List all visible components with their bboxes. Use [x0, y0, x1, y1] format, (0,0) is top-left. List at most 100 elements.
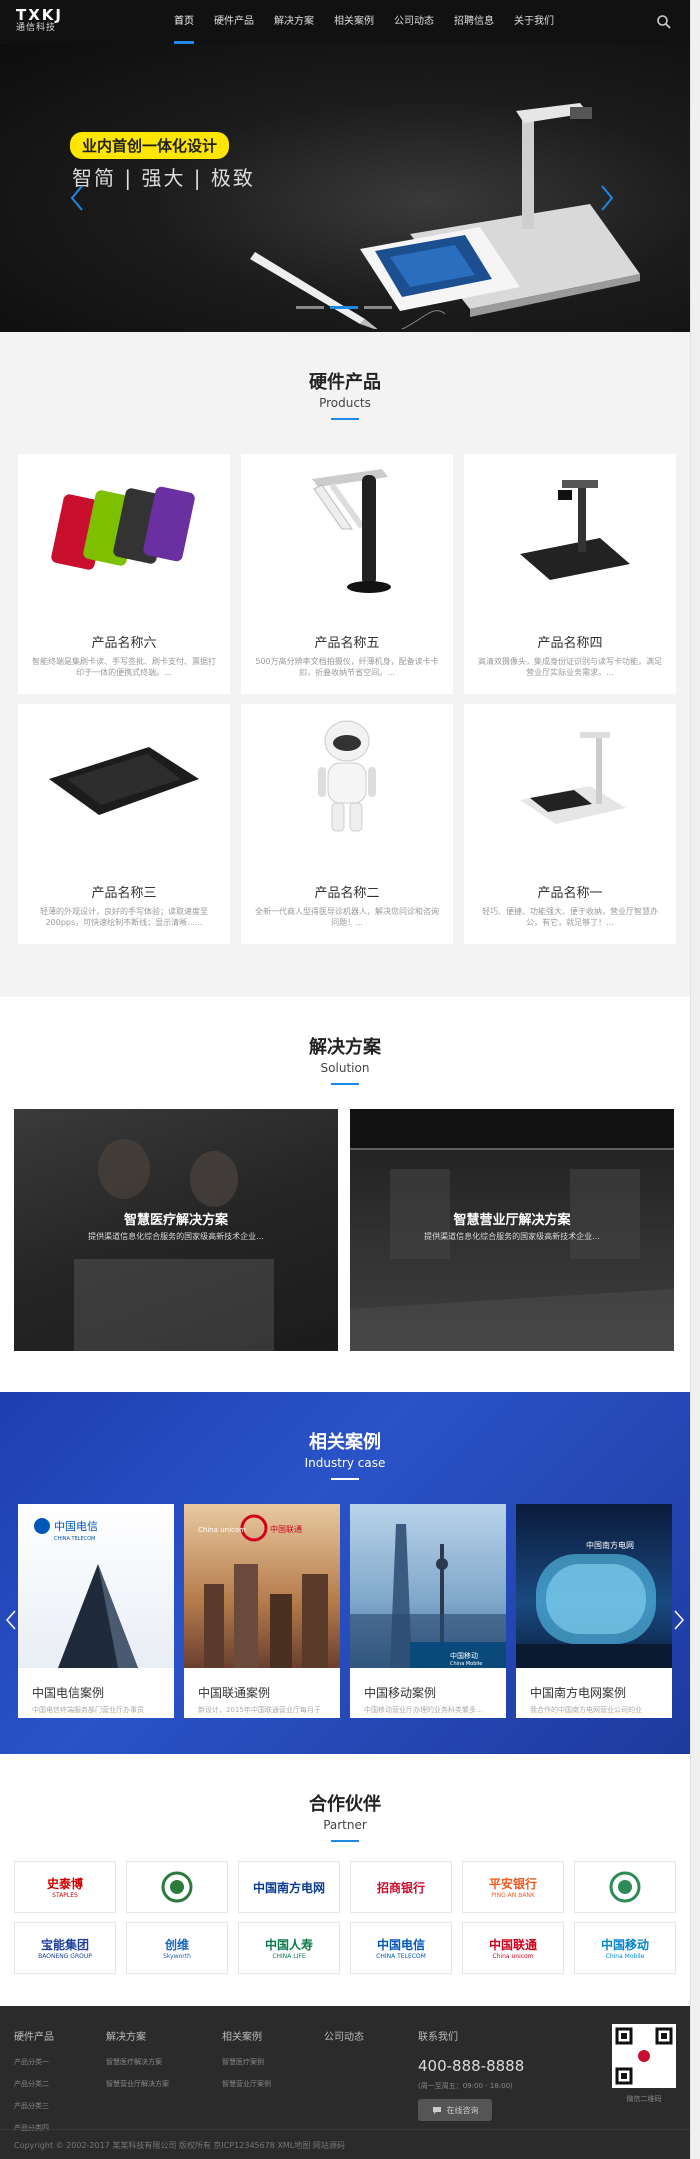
- partner-logo[interactable]: 宝能集团 BAONENG GROUP: [14, 1922, 116, 1974]
- partner-logo[interactable]: 创维 Skyworth: [126, 1922, 228, 1974]
- product-card[interactable]: 产品名称六 智能终端是集刷卡读、手写签批、刷卡支付、票据打印于一体的便携式终端。…: [18, 454, 230, 694]
- case-image: 中国电信 CHINA TELECOM: [18, 1504, 174, 1668]
- case-desc: 中国电信终端服务部门营业厅办事员: [32, 1706, 144, 1714]
- partner-logo-subtext: CHINA LIFE: [272, 1953, 306, 1960]
- partner-logo[interactable]: 中国南方电网: [238, 1861, 340, 1913]
- partner-logo[interactable]: 中国人寿 CHINA LIFE: [238, 1922, 340, 1974]
- partner-logo[interactable]: 史泰博 STAPLES: [14, 1861, 116, 1913]
- banner-next-arrow-icon[interactable]: [600, 184, 614, 212]
- case-card[interactable]: 中国电信 CHINA TELECOM 中国电信案例 中国电信终端服务部门营业厅办…: [18, 1504, 174, 1718]
- footer-heading[interactable]: 相关案例: [222, 2028, 271, 2043]
- page-scrollbar[interactable]: [690, 0, 700, 2159]
- footer-heading[interactable]: 公司动态: [324, 2028, 364, 2043]
- footer-col-news: 公司动态: [324, 2028, 364, 2057]
- footer-heading[interactable]: 硬件产品: [14, 2028, 54, 2043]
- partner-logo[interactable]: [574, 1861, 676, 1913]
- footer-contact: 联系我们 400-888-8888 (周一至周五：09:00 - 18:00) …: [418, 2028, 524, 2121]
- nav-news[interactable]: 公司动态: [384, 0, 444, 44]
- product-card[interactable]: 产品名称五 500万高分辨率文档拍摄仪，纤薄机身，配备读卡卡扣，折叠收纳节省空间…: [241, 454, 453, 694]
- footer-link[interactable]: 智慧营业厅解决方案: [106, 2079, 169, 2089]
- logo-text: TXKJ: [16, 6, 64, 24]
- banner-prev-arrow-icon[interactable]: [70, 184, 84, 212]
- search-icon[interactable]: [656, 14, 672, 30]
- product-name[interactable]: 产品名称一: [464, 882, 676, 901]
- case-card[interactable]: 中国南方电网 中国南方电网案例 我合作的中国南方电网营业公司的业: [516, 1504, 672, 1718]
- nav-about[interactable]: 关于我们: [504, 0, 564, 44]
- partner-logo-subtext: CHINA TELECOM: [376, 1953, 426, 1960]
- banner-dot-3[interactable]: [364, 306, 392, 309]
- partner-logo[interactable]: 平安银行 PING AN BANK: [462, 1861, 564, 1913]
- footer-link[interactable]: 产品分类一: [14, 2057, 54, 2067]
- banner-tagline: 业内首创一体化设计: [70, 132, 230, 159]
- nav-solutions[interactable]: 解决方案: [264, 0, 324, 44]
- banner-dot-1[interactable]: [296, 306, 324, 309]
- footer-heading: 联系我们: [418, 2032, 458, 2043]
- nav-cases[interactable]: 相关案例: [324, 0, 384, 44]
- footer-link[interactable]: 智慧医疗解决方案: [106, 2057, 169, 2067]
- site-logo[interactable]: TXKJ 通信科技: [16, 7, 63, 34]
- contact-phone: 400-888-8888: [418, 2057, 525, 2075]
- case-name[interactable]: 中国移动案例: [350, 1668, 506, 1701]
- nav-home[interactable]: 首页: [164, 0, 204, 44]
- solution-card[interactable]: 智慧医疗解决方案 提供渠道信息化综合服务的国家级高新技术企业...: [14, 1109, 338, 1351]
- section-subtitle: Solution: [320, 1061, 370, 1075]
- product-card[interactable]: 产品名称四 高清双摄像头，集成身份证识别与读写卡功能，满足营业厅实际业务需求。.…: [464, 454, 676, 694]
- partner-logo-name: 史泰博: [46, 1877, 83, 1891]
- solution-title[interactable]: 智慧营业厅解决方案: [350, 1209, 674, 1228]
- footer-col-products: 硬件产品 产品分类一 产品分类二 产品分类三 产品分类四: [14, 2028, 54, 2145]
- product-name[interactable]: 产品名称三: [18, 882, 230, 901]
- case-name[interactable]: 中国联通案例: [184, 1668, 340, 1701]
- case-card[interactable]: China unicom 中国联通 中国联通案例 新设计，2015年中国联通营业…: [184, 1504, 340, 1718]
- product-desc: 轻巧、便捷、功能强大、便于收纳，营业厅智慧办公，有它，就足够了！...: [482, 907, 658, 927]
- svg-text:China Mobile: China Mobile: [450, 1661, 482, 1667]
- solution-card[interactable]: 智慧营业厅解决方案 提供渠道信息化综合服务的国家级高新技术企业...: [350, 1109, 674, 1351]
- svg-text:CHINA TELECOM: CHINA TELECOM: [54, 1536, 95, 1542]
- footer-col-solutions: 解决方案 智慧医疗解决方案 智慧营业厅解决方案: [106, 2028, 169, 2101]
- partner-emblem-icon: [161, 1871, 193, 1903]
- partner-logo[interactable]: 中国电信 CHINA TELECOM: [350, 1922, 452, 1974]
- footer-link[interactable]: 智慧医疗案例: [222, 2057, 271, 2067]
- case-card[interactable]: 中国移动 China Mobile 中国移动案例 中国移动营业厅办理的业务科类繁…: [350, 1504, 506, 1718]
- svg-text:中国电信: 中国电信: [54, 1520, 98, 1533]
- svg-text:中国南方电网: 中国南方电网: [586, 1540, 634, 1550]
- qr-caption: 微信二维码: [626, 2095, 662, 2103]
- nav-products[interactable]: 硬件产品: [204, 0, 264, 44]
- nav-jobs[interactable]: 招聘信息: [444, 0, 504, 44]
- partner-logo[interactable]: 中国联通 China unicom: [462, 1922, 564, 1974]
- footer-link[interactable]: 产品分类三: [14, 2101, 54, 2111]
- partner-logo[interactable]: [126, 1861, 228, 1913]
- cases-next-arrow-icon[interactable]: [674, 1610, 684, 1630]
- product-card[interactable]: 产品名称三 轻薄的外观设计，良好的手写体验；读取速度至200pps，可快速绘制不…: [18, 704, 230, 944]
- partner-logo[interactable]: 招商银行: [350, 1861, 452, 1913]
- partner-logo[interactable]: 中国移动 China Mobile: [574, 1922, 676, 1974]
- product-name[interactable]: 产品名称二: [241, 882, 453, 901]
- online-consult-label: 在线咨询: [446, 2105, 479, 2115]
- partners-section: 合作伙伴 Partner 史泰博 STAPLES 中国南方电网 招商银行 平安银行 PIN…: [0, 1754, 690, 2006]
- case-name[interactable]: 中国电信案例: [18, 1668, 174, 1701]
- cases-prev-arrow-icon[interactable]: [6, 1610, 16, 1630]
- banner-product-image: [250, 103, 640, 329]
- contact-hours: (周一至周五：09:00 - 18:00): [418, 2082, 513, 2090]
- case-desc: 中国移动营业厅办理的业务科类繁多...: [364, 1706, 483, 1714]
- solution-title[interactable]: 智慧医疗解决方案: [14, 1209, 338, 1228]
- title-underline: [331, 1840, 359, 1842]
- title-underline: [331, 1478, 359, 1480]
- footer-heading[interactable]: 解决方案: [106, 2028, 169, 2043]
- product-name[interactable]: 产品名称四: [464, 632, 676, 651]
- partner-logo-name: 中国联通: [488, 1938, 537, 1952]
- hero-banner[interactable]: 业内首创一体化设计 智简 | 强大 | 极致: [0, 44, 690, 332]
- product-name[interactable]: 产品名称五: [241, 632, 453, 651]
- product-card[interactable]: 产品名称一 轻巧、便捷、功能强大、便于收纳，营业厅智慧办公，有它，就足够了！..…: [464, 704, 676, 944]
- banner-dot-2[interactable]: [330, 306, 358, 309]
- svg-text:China unicom: China unicom: [198, 1526, 246, 1534]
- online-consult-button[interactable]: 在线咨询: [418, 2099, 492, 2121]
- footer-link[interactable]: 产品分类二: [14, 2079, 54, 2089]
- case-name[interactable]: 中国南方电网案例: [516, 1668, 672, 1701]
- wechat-qr-code: [612, 2024, 676, 2088]
- chat-icon: [432, 2106, 441, 2114]
- product-image: [464, 704, 676, 854]
- case-carousel: 中国电信 CHINA TELECOM 中国电信案例 中国电信终端服务部门营业厅办…: [18, 1504, 672, 1718]
- product-name[interactable]: 产品名称六: [18, 632, 230, 651]
- footer-link[interactable]: 智慧营业厅案例: [222, 2079, 271, 2089]
- product-card[interactable]: 产品名称二 全新一代商人型得医导诊机器人，解决您问诊和咨询问题！...: [241, 704, 453, 944]
